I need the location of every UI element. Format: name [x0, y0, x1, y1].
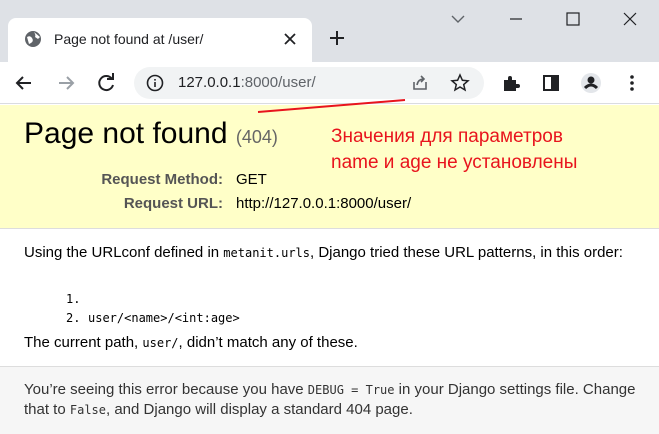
- urlconf-intro: Using the URLconf defined in metanit.url…: [24, 244, 642, 262]
- urlconf-name: metanit.urls: [223, 246, 310, 260]
- debug-setting: DEBUG = True: [307, 383, 395, 397]
- share-icon[interactable]: [410, 73, 430, 93]
- browser-tab-active[interactable]: Page not found at /user/: [8, 18, 312, 62]
- tab-search-chevron-down-icon[interactable]: [447, 8, 469, 30]
- profile-avatar-icon[interactable]: [580, 72, 602, 94]
- expl-part-3: , and Django will display a standard 404…: [106, 401, 413, 418]
- back-arrow-icon[interactable]: [12, 71, 36, 95]
- list-item: 2. user/<name>/<int:age>: [66, 309, 240, 328]
- explanation-text: You’re seeing this error because you hav…: [24, 380, 649, 420]
- extensions-puzzle-icon[interactable]: [500, 72, 522, 94]
- list-item: 1.: [66, 290, 240, 309]
- intro-before: Using the URLconf defined in: [24, 244, 224, 261]
- request-url-value: http://127.0.0.1:8000/user/: [236, 195, 412, 212]
- close-window-icon[interactable]: [619, 8, 641, 30]
- expl-part-1: You’re seeing this error because you hav…: [24, 381, 308, 398]
- request-url-label: Request URL:: [123, 195, 223, 212]
- request-method-value: GET: [236, 171, 267, 188]
- bookmark-star-icon[interactable]: [450, 73, 470, 93]
- forward-arrow-icon[interactable]: [54, 71, 78, 95]
- url-path: :8000/user/: [240, 74, 316, 91]
- url-patterns-list: 1. 2. user/<name>/<int:age>: [66, 290, 240, 328]
- browser-toolbar: 127.0.0.1:8000/user/: [0, 62, 659, 104]
- pattern-number: 2.: [66, 311, 81, 325]
- close-tab-icon[interactable]: [280, 29, 300, 49]
- urlconf-info: Using the URLconf defined in metanit.url…: [0, 230, 659, 366]
- debug-explanation: You’re seeing this error because you hav…: [0, 366, 659, 434]
- globe-icon: [25, 31, 41, 47]
- reload-icon[interactable]: [94, 71, 118, 95]
- address-bar[interactable]: 127.0.0.1:8000/user/: [134, 67, 484, 99]
- current-path-value: user/: [142, 336, 179, 350]
- current-before: The current path,: [24, 334, 143, 351]
- page-title: Page not found (404): [24, 117, 278, 151]
- current-path-message: The current path, user/, didn’t match an…: [24, 334, 358, 351]
- minimize-window-icon[interactable]: [505, 8, 527, 30]
- intro-after: , Django tried these URL patterns, in th…: [310, 244, 623, 261]
- false-value: False: [69, 403, 106, 417]
- pattern-text: user/<name>/<int:age>: [88, 311, 240, 325]
- current-after: , didn’t match any of these.: [178, 334, 358, 351]
- kebab-menu-icon[interactable]: [621, 72, 643, 94]
- url-text[interactable]: 127.0.0.1:8000/user/: [178, 74, 316, 91]
- annotation-line-2: name и age не установлены: [331, 152, 578, 173]
- site-info-icon[interactable]: [146, 74, 164, 92]
- side-panel-icon[interactable]: [540, 72, 562, 94]
- maximize-window-icon[interactable]: [562, 8, 584, 30]
- status-code: (404): [235, 127, 278, 147]
- page-title-text: Page not found: [24, 117, 228, 150]
- request-url-row: Request URL: http://127.0.0.1:8000/user/: [0, 195, 659, 215]
- annotation-callout: Значения для параметров name и age не ус…: [331, 124, 577, 176]
- url-host: 127.0.0.1: [178, 74, 241, 91]
- pattern-number: 1.: [66, 292, 81, 306]
- annotation-line-1: Значения для параметров: [331, 126, 563, 147]
- browser-titlebar: Page not found at /user/: [0, 0, 659, 62]
- request-method-label: Request Method:: [101, 171, 223, 188]
- new-tab-plus-icon[interactable]: [327, 28, 347, 48]
- tab-title: Page not found at /user/: [54, 31, 204, 47]
